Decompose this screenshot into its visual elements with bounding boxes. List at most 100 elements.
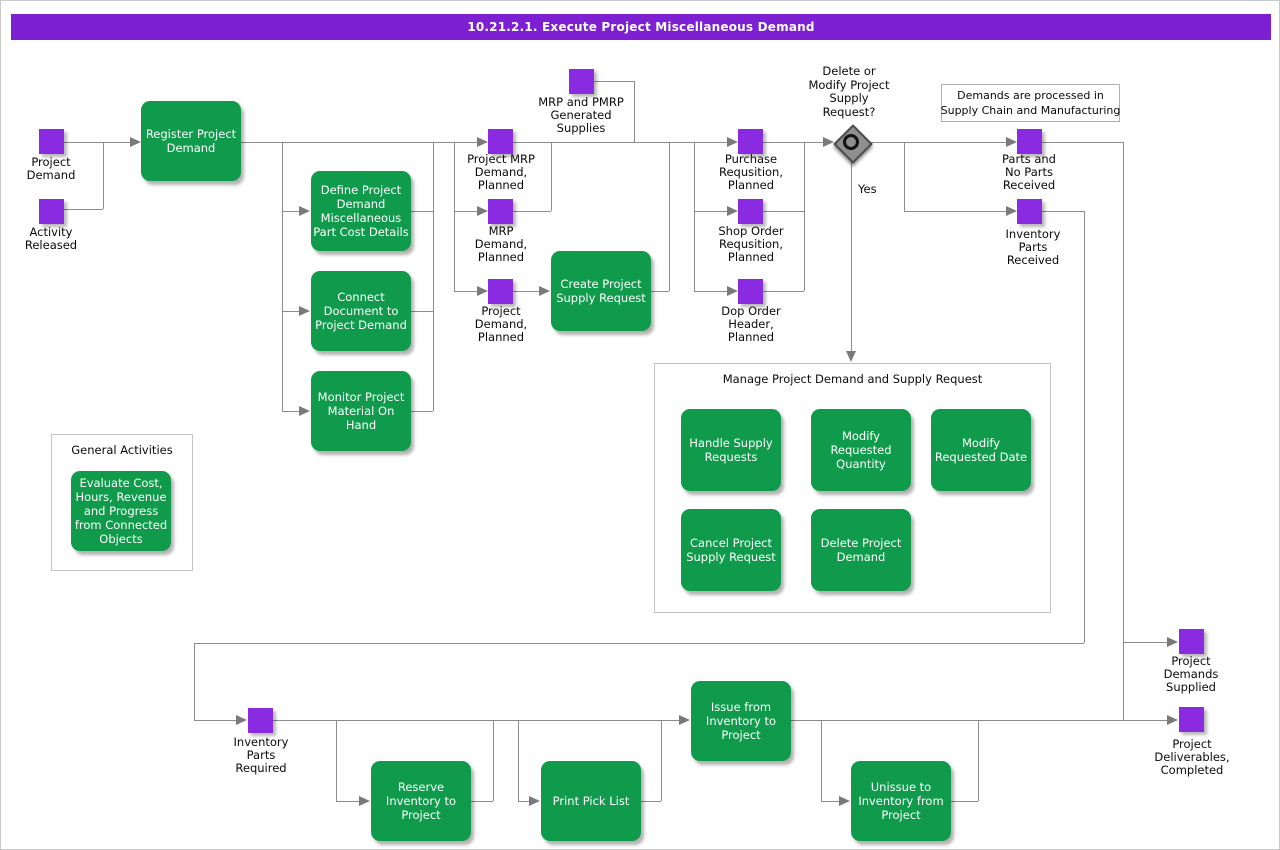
connector-line [518, 720, 519, 801]
connector-line [763, 291, 804, 292]
activity-create-project-supply-request[interactable]: Create Project Supply Request [551, 251, 651, 331]
arrowhead-icon [679, 715, 690, 725]
event-project-deliverables-completed[interactable] [1179, 707, 1204, 732]
connector-line [273, 720, 680, 721]
event-project-demand-planned[interactable] [488, 279, 513, 304]
arrowhead-icon [299, 406, 310, 416]
connector-line [978, 720, 979, 801]
activity-delete-project-demand[interactable]: Delete Project Demand [811, 509, 911, 591]
activity-define-project-demand-miscellaneous-part-cost-details[interactable]: Define Project Demand Miscellaneous Part… [311, 171, 411, 251]
connector-line [64, 142, 130, 143]
arrowhead-icon [477, 137, 488, 147]
activity-handle-supply-requests[interactable]: Handle Supply Requests [681, 409, 781, 491]
activity-print-pick-list[interactable]: Print Pick List [541, 761, 641, 841]
activity-monitor-project-material-on-hand[interactable]: Monitor Project Material On Hand [311, 371, 411, 451]
event-mrp-demand-planned[interactable] [488, 199, 513, 224]
event-inventory-parts-received[interactable] [1017, 199, 1042, 224]
event-label-shop-order-requsition-planned: Shop Order Requsition, Planned [676, 225, 826, 264]
event-activity-released[interactable] [39, 199, 64, 224]
connector-line [804, 142, 824, 143]
connector-line [454, 291, 478, 292]
connector-line [513, 291, 540, 292]
arrowhead-icon [529, 796, 540, 806]
group-manage-title: Manage Project Demand and Supply Request [655, 372, 1050, 386]
event-parts-and-no-parts-received[interactable] [1017, 129, 1042, 154]
connector-line [694, 291, 728, 292]
connector-line [1042, 142, 1123, 143]
event-label-project-demand: Project Demand [0, 156, 126, 182]
activity-register-project-demand[interactable]: Register Project Demand [141, 101, 241, 181]
event-label-activity-released: Activity Released [0, 226, 126, 252]
connector-line [1123, 142, 1124, 720]
connector-line [336, 720, 337, 801]
connector-line [641, 801, 661, 802]
connector-line [821, 720, 822, 801]
activity-cancel-project-supply-request[interactable]: Cancel Project Supply Request [681, 509, 781, 591]
activity-modify-requested-quantity[interactable]: Modify Requested Quantity [811, 409, 911, 491]
arrowhead-icon [299, 206, 310, 216]
arrowhead-icon [839, 796, 850, 806]
connector-line [282, 211, 300, 212]
connector-line [282, 411, 300, 412]
diagram-title: 10.21.2.1. Execute Project Miscellaneous… [467, 20, 814, 34]
connector-line [694, 211, 728, 212]
arrowhead-icon [727, 137, 738, 147]
event-project-demand[interactable] [39, 129, 64, 154]
connector-line [661, 720, 662, 801]
event-label-parts-and-no-parts-received: Parts and No Parts Received [954, 153, 1104, 192]
connector-line [194, 720, 237, 721]
activity-reserve-inventory-to-project[interactable]: Reserve Inventory to Project [371, 761, 471, 841]
connector-line [1123, 642, 1168, 643]
event-label-project-mrp-demand-planned: Project MRP Demand, Planned [426, 153, 576, 192]
connector-line [493, 720, 494, 801]
event-label-dop-order-header-planned: Dop Order Header, Planned [676, 305, 826, 344]
activity-issue-from-inventory-to-project[interactable]: Issue from Inventory to Project [691, 681, 791, 761]
connector-line [513, 142, 728, 143]
arrowhead-icon [1167, 715, 1178, 725]
group-general-activities-title: General Activities [52, 443, 192, 457]
arrowhead-icon [823, 137, 834, 147]
connector-line [194, 643, 1084, 644]
arrowhead-icon [727, 206, 738, 216]
activity-evaluate-cost-hours-revenue-and-progress-from-connected-objects[interactable]: Evaluate Cost, Hours, Revenue and Progre… [71, 471, 171, 551]
event-label-project-demands-supplied: Project Demands Supplied [1116, 655, 1266, 694]
arrowhead-icon [1006, 137, 1017, 147]
gateway-question-label: Delete or Modify Project Supply Request? [774, 65, 924, 119]
connector-line [454, 211, 478, 212]
connector-line [867, 142, 1007, 143]
event-project-demands-supplied[interactable] [1179, 629, 1204, 654]
connector-line [651, 291, 669, 292]
arrowhead-icon [299, 306, 310, 316]
connector-line [904, 142, 905, 211]
activity-unissue-to-inventory-from-project[interactable]: Unissue to Inventory from Project [851, 761, 951, 841]
arrowhead-icon [236, 715, 247, 725]
connector-line [951, 801, 978, 802]
arrowhead-icon [727, 286, 738, 296]
connector-line [1084, 211, 1085, 643]
connector-line [411, 211, 433, 212]
activity-connect-document-to-project-demand[interactable]: Connect Document to Project Demand [311, 271, 411, 351]
connector-line [411, 411, 433, 412]
connector-line [821, 801, 840, 802]
event-inventory-parts-required[interactable] [248, 708, 273, 733]
connector-line [194, 643, 195, 720]
event-label-inventory-parts-required: Inventory Parts Required [186, 736, 336, 775]
activity-modify-requested-date[interactable]: Modify Requested Date [931, 409, 1031, 491]
event-mrp-pmrp-generated-supplies[interactable] [569, 69, 594, 94]
note-demands-processed: Demands are processed in Supply Chain an… [941, 84, 1120, 122]
event-shop-order-requsition-planned[interactable] [738, 199, 763, 224]
event-purchase-requsition-planned[interactable] [738, 129, 763, 154]
connector-line [851, 158, 852, 352]
connector-line [763, 211, 804, 212]
connector-line [791, 720, 1168, 721]
connector-line [64, 209, 103, 210]
diagram-title-bar: 10.21.2.1. Execute Project Miscellaneous… [11, 14, 1271, 40]
connector-line [336, 801, 360, 802]
connector-line [282, 142, 283, 411]
event-label-mrp-pmrp-generated-supplies: MRP and PMRP Generated Supplies [506, 96, 656, 135]
connector-line [669, 142, 670, 291]
event-label-inventory-parts-received: Inventory Parts Received [958, 228, 1108, 267]
event-project-mrp-demand-planned[interactable] [488, 129, 513, 154]
arrowhead-icon [477, 286, 488, 296]
event-dop-order-header-planned[interactable] [738, 279, 763, 304]
